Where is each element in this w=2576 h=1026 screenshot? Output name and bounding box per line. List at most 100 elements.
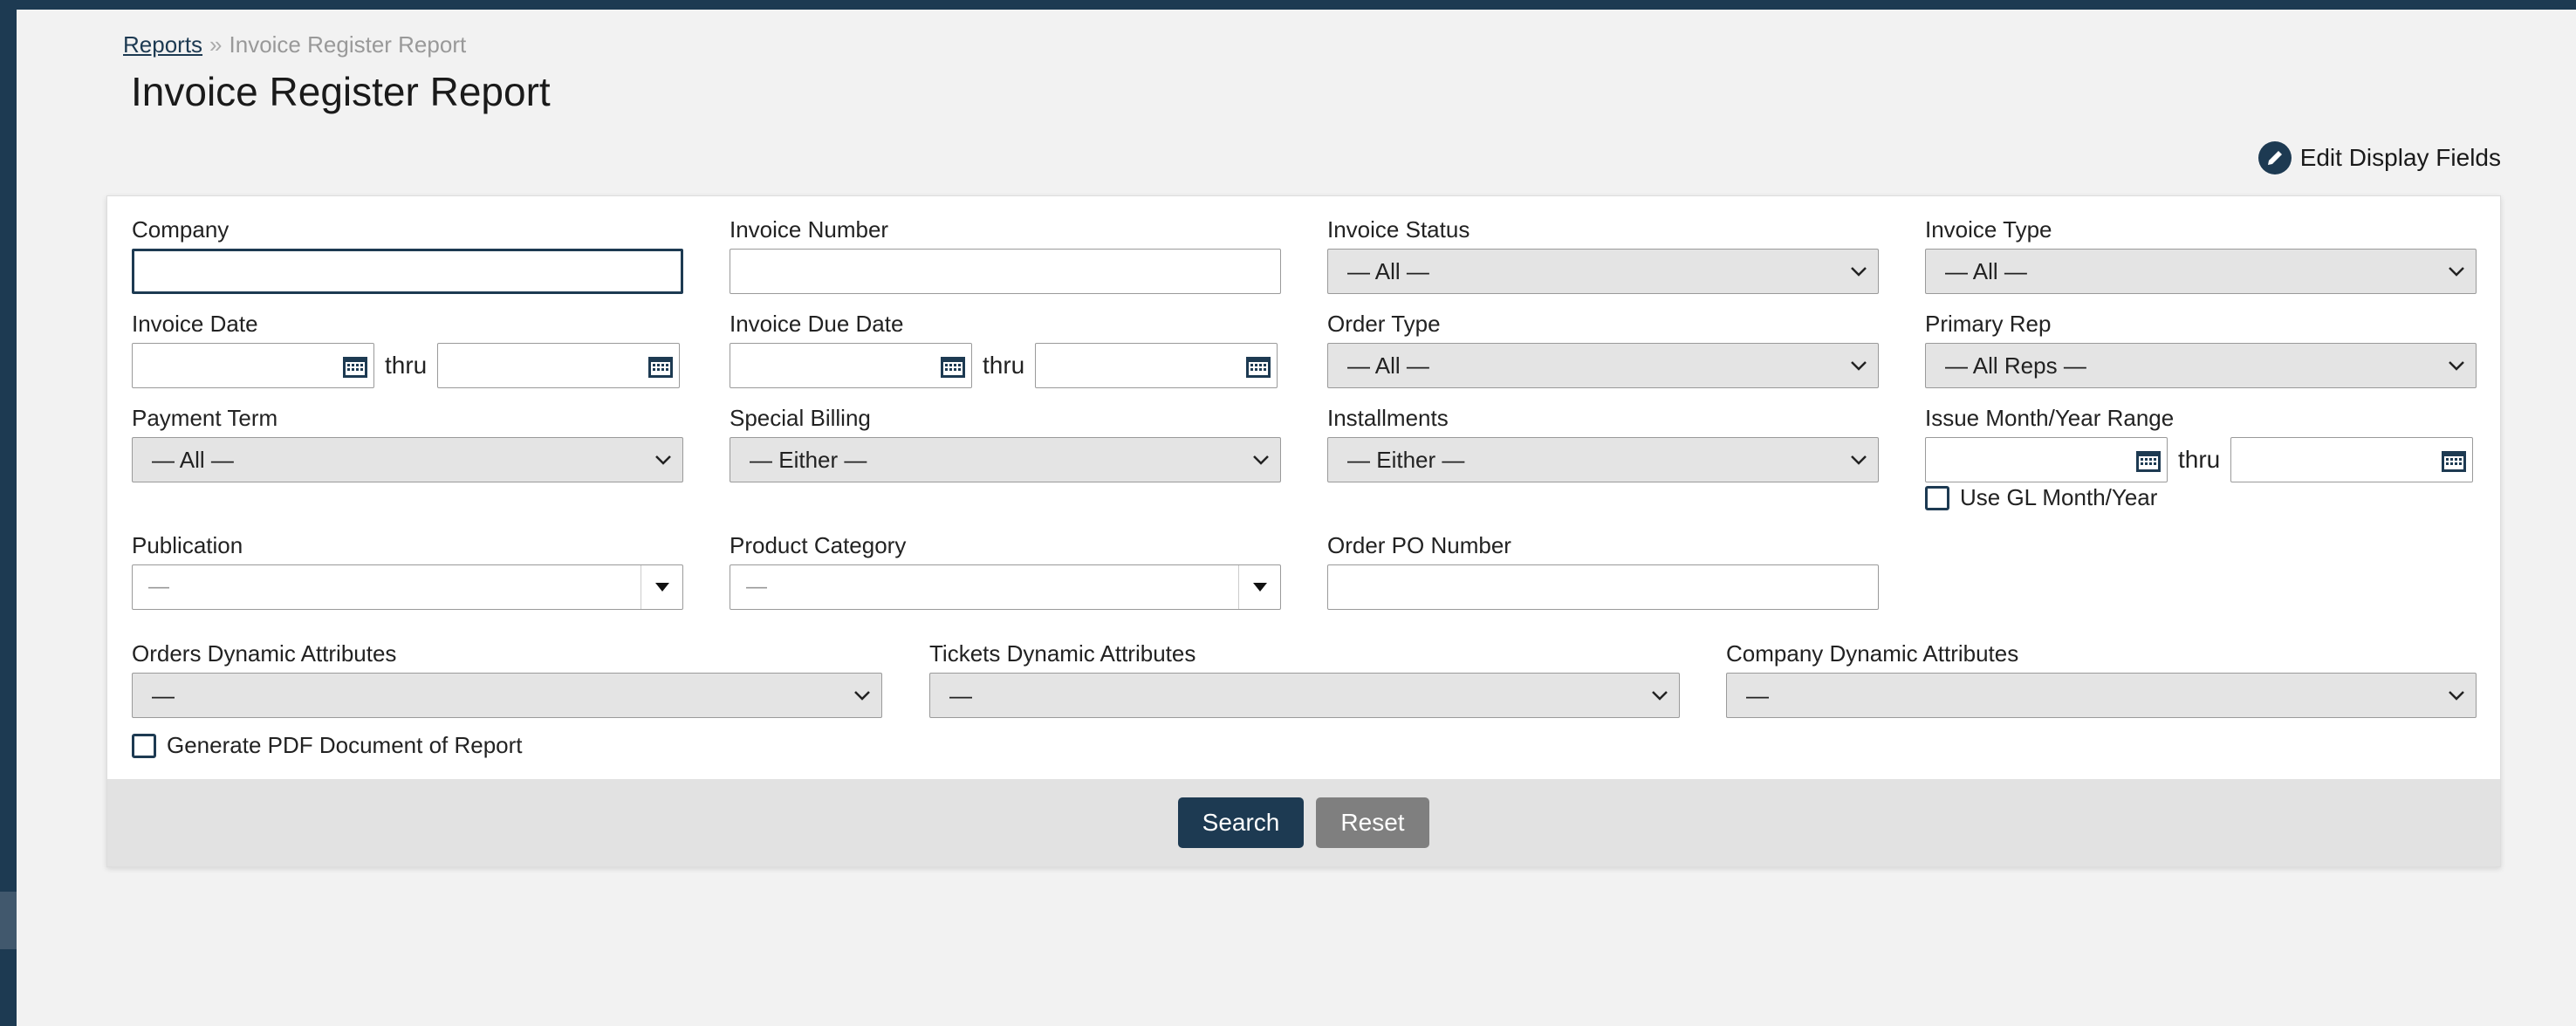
chevron-down-icon bbox=[1252, 455, 1270, 465]
invoice-number-label: Invoice Number bbox=[730, 216, 889, 243]
special-billing-value: — Either — bbox=[750, 446, 867, 473]
issue-month-to-input[interactable] bbox=[2230, 437, 2474, 482]
order-type-field: Order Type — All — bbox=[1327, 310, 1879, 388]
publication-field: Publication — bbox=[132, 531, 683, 610]
invoice-number-field: Invoice Number bbox=[730, 215, 1281, 294]
invoice-type-label: Invoice Type bbox=[1925, 216, 2052, 243]
calendar-icon[interactable] bbox=[1245, 354, 1271, 383]
search-button[interactable]: Search bbox=[1178, 797, 1304, 848]
edit-display-fields-button[interactable]: Edit Display Fields bbox=[2257, 141, 2501, 174]
calendar-icon[interactable] bbox=[2441, 448, 2467, 477]
product-category-label: Product Category bbox=[730, 532, 907, 558]
special-billing-select[interactable]: — Either — bbox=[730, 437, 1281, 482]
company-field: Company bbox=[132, 215, 683, 294]
invoice-type-value: — All — bbox=[1945, 257, 2027, 284]
issue-month-year-range-label: Issue Month/Year Range bbox=[1925, 405, 2175, 431]
order-po-number-field: Order PO Number bbox=[1327, 531, 1879, 610]
breadcrumb-reports-link[interactable]: Reports bbox=[123, 31, 202, 58]
invoice-date-from-input[interactable] bbox=[132, 343, 374, 388]
invoice-type-field: Invoice Type — All — bbox=[1925, 215, 2477, 294]
checkbox-box[interactable] bbox=[1925, 485, 1949, 510]
invoice-due-date-to-input[interactable] bbox=[1035, 343, 1278, 388]
invoice-due-date-field: Invoice Due Date thru bbox=[730, 310, 1281, 388]
company-label: Company bbox=[132, 216, 230, 243]
invoice-status-value: — All — bbox=[1347, 257, 1429, 284]
product-category-combobox[interactable]: — bbox=[730, 564, 1281, 610]
payment-term-value: — All — bbox=[152, 446, 234, 473]
invoice-status-label: Invoice Status bbox=[1327, 216, 1470, 243]
chevron-down-icon bbox=[1850, 266, 1867, 277]
thru-label: thru bbox=[385, 352, 428, 379]
calendar-icon[interactable] bbox=[342, 354, 368, 383]
issue-month-from-input[interactable] bbox=[1925, 437, 2168, 482]
publication-label: Publication bbox=[132, 532, 243, 558]
installments-select[interactable]: — Either — bbox=[1327, 437, 1879, 482]
use-gl-month-year-label: Use GL Month/Year bbox=[1960, 484, 2158, 510]
installments-value: — Either — bbox=[1347, 446, 1465, 473]
tickets-dynamic-attributes-label: Tickets Dynamic Attributes bbox=[929, 640, 1196, 667]
caret-down-icon[interactable] bbox=[1238, 565, 1280, 609]
invoice-number-input[interactable] bbox=[730, 249, 1281, 294]
order-po-number-input[interactable] bbox=[1327, 564, 1879, 610]
invoice-due-date-from-input[interactable] bbox=[730, 343, 972, 388]
breadcrumb: Reports » Invoice Register Report bbox=[123, 31, 466, 58]
use-gl-month-year-checkbox[interactable]: Use GL Month/Year bbox=[1925, 484, 2477, 511]
product-category-value: — bbox=[746, 575, 767, 598]
chevron-down-icon bbox=[2448, 360, 2465, 371]
thru-label: thru bbox=[2178, 446, 2221, 473]
chevron-down-icon bbox=[2448, 266, 2465, 277]
search-filter-panel: Company Invoice Number Invoice Status — … bbox=[106, 195, 2501, 867]
pencil-icon bbox=[2257, 141, 2292, 174]
chevron-down-icon bbox=[1850, 455, 1867, 465]
calendar-icon[interactable] bbox=[2135, 448, 2162, 477]
edit-display-fields-label: Edit Display Fields bbox=[2299, 144, 2501, 171]
special-billing-label: Special Billing bbox=[730, 405, 871, 431]
tickets-dynamic-attributes-field: Tickets Dynamic Attributes — bbox=[929, 640, 1680, 718]
orders-dynamic-attributes-label: Orders Dynamic Attributes bbox=[132, 640, 397, 667]
left-nav-rail bbox=[0, 0, 17, 1026]
publication-value: — bbox=[148, 575, 169, 598]
invoice-status-field: Invoice Status — All — bbox=[1327, 215, 1879, 294]
chevron-down-icon bbox=[853, 690, 871, 701]
caret-down-icon[interactable] bbox=[641, 565, 682, 609]
payment-term-select[interactable]: — All — bbox=[132, 437, 683, 482]
tickets-dynamic-attributes-value: — bbox=[949, 681, 972, 708]
primary-rep-select[interactable]: — All Reps — bbox=[1925, 343, 2477, 388]
chevron-down-icon bbox=[1651, 690, 1668, 701]
primary-rep-label: Primary Rep bbox=[1925, 311, 2052, 337]
company-dynamic-attributes-field: Company Dynamic Attributes — bbox=[1726, 640, 2477, 718]
installments-field: Installments — Either — bbox=[1327, 404, 1879, 482]
publication-combobox[interactable]: — bbox=[132, 564, 683, 610]
company-dynamic-attributes-label: Company Dynamic Attributes bbox=[1726, 640, 2019, 667]
breadcrumb-separator: » bbox=[209, 31, 223, 58]
payment-term-label: Payment Term bbox=[132, 405, 278, 431]
invoice-date-to-input[interactable] bbox=[437, 343, 681, 388]
chevron-down-icon bbox=[654, 455, 672, 465]
thru-label: thru bbox=[983, 352, 1025, 379]
order-type-select[interactable]: — All — bbox=[1327, 343, 1879, 388]
left-nav-handle[interactable] bbox=[0, 892, 17, 949]
generate-pdf-label: Generate PDF Document of Report bbox=[167, 732, 523, 758]
breadcrumb-current: Invoice Register Report bbox=[229, 31, 467, 58]
chevron-down-icon bbox=[2448, 690, 2465, 701]
primary-rep-field: Primary Rep — All Reps — bbox=[1925, 310, 2477, 388]
invoice-date-label: Invoice Date bbox=[132, 311, 258, 337]
checkbox-box[interactable] bbox=[132, 733, 156, 758]
company-dynamic-attributes-value: — bbox=[1746, 681, 1769, 708]
orders-dynamic-attributes-select[interactable]: — bbox=[132, 673, 882, 718]
company-input[interactable] bbox=[132, 249, 683, 294]
product-category-field: Product Category — bbox=[730, 531, 1281, 610]
top-nav-bar bbox=[0, 0, 2576, 10]
calendar-icon[interactable] bbox=[940, 354, 966, 383]
calendar-icon[interactable] bbox=[647, 354, 674, 383]
special-billing-field: Special Billing — Either — bbox=[730, 404, 1281, 482]
invoice-type-select[interactable]: — All — bbox=[1925, 249, 2477, 294]
company-dynamic-attributes-select[interactable]: — bbox=[1726, 673, 2477, 718]
tickets-dynamic-attributes-select[interactable]: — bbox=[929, 673, 1680, 718]
payment-term-field: Payment Term — All — bbox=[132, 404, 683, 482]
generate-pdf-checkbox[interactable]: Generate PDF Document of Report bbox=[132, 732, 523, 759]
reset-button[interactable]: Reset bbox=[1316, 797, 1429, 848]
primary-rep-value: — All Reps — bbox=[1945, 352, 2086, 379]
installments-label: Installments bbox=[1327, 405, 1449, 431]
invoice-status-select[interactable]: — All — bbox=[1327, 249, 1879, 294]
